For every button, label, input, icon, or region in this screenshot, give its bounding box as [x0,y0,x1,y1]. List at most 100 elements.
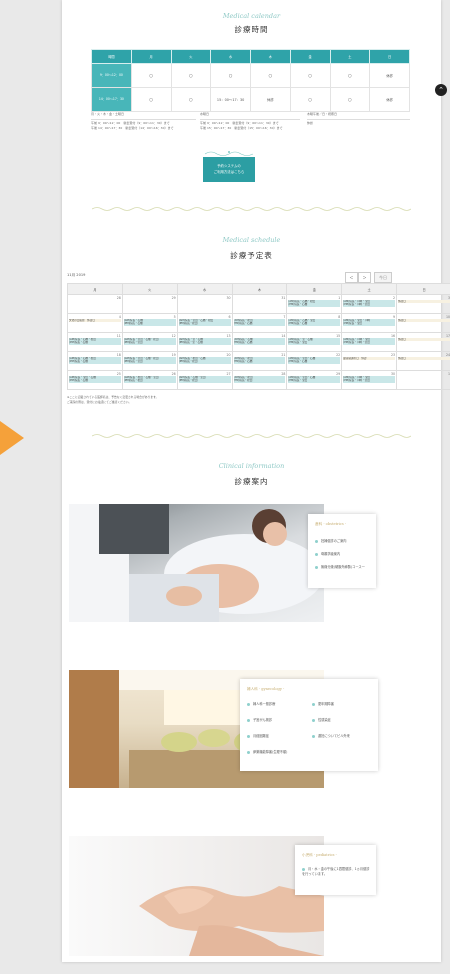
calendar-event[interactable]: (PM)院長・石橋 [233,360,286,364]
calendar-next-button[interactable]: ＞ [358,272,371,283]
bullet-icon [247,718,250,722]
reservation-guide-button[interactable]: 予約システムの ご利用方法はこちら [203,157,255,182]
calendar-day-cell[interactable]: 6 (AM)院長・宝田・石橋・松田 (PM)院長・松田 [176,313,233,333]
calendar-event[interactable]: (PM)院長・松田 [178,360,231,364]
card-link-item[interactable]: 卵巣機能障害(生理不順) [247,749,287,754]
calendar-day-cell[interactable]: 13 (AM)院長・宝・石橋 (PM)院長・宝・石橋 [176,332,233,352]
card-link-label: 無痛分娩(硬膜外麻酔)コース一 [321,565,365,569]
calendar-event[interactable]: (PM)院長・石橋 [288,303,341,307]
calendar-day-cell[interactable]: 23 勤労感謝の日 休診 [341,351,398,371]
calendar-day-number: 31 [281,296,286,300]
calendar-day-cell[interactable]: 30 (AM)院長・川崎・宝田 (PM)院長・川崎・宝田 [341,370,398,390]
calendar-event[interactable]: (PM)院長・石橋 [123,322,176,326]
note-line: 休診 [307,120,314,125]
calendar-event[interactable]: (PM)院長・松田 [178,322,231,326]
calendar-event[interactable]: 休診日 [398,357,450,361]
card-link-item[interactable]: 妊婦健診のご案内 [315,538,347,543]
card-link-item[interactable]: 性感染症 [312,717,331,722]
calendar-event[interactable]: 休診日 [398,338,450,342]
calendar-day-cell[interactable]: 12 (AM)院長・宝田・石橋・松田 (PM)院長・宝田 [121,332,178,352]
hours-cell: 〇 [210,63,251,88]
calendar-event[interactable]: (PM)院長・石橋 [288,360,341,364]
calendar-event[interactable]: (PM)院長・松田 [123,379,176,383]
calendar-day-cell[interactable]: 26 (AM)院長・松田・石橋・宝田 (PM)院長・松田 [121,370,178,390]
card-link-item[interactable]: 避妊についてピル外来 [312,733,350,738]
calendar-day-cell[interactable]: 2 (AM)院長・川崎・宝田 (PM)院長・川崎・宝田 [341,294,398,314]
card-link-label: 避妊についてピル外来 [318,734,350,738]
calendar-event[interactable]: 勤労感謝の日 休診 [343,357,396,361]
card-link-item[interactable]: 母親学級案内 [315,551,340,556]
reservation-button-line2: ご利用方法はこちら [213,169,245,174]
page-canvas: Medical calendar 診療時間 時間 月 火 水 木 金 土 日 9… [62,0,450,962]
calendar-day-cell[interactable]: 21 (AM)院長・松田 (PM)院長・石橋 [231,351,288,371]
card-title: 婦人科 - gynecology - [247,687,285,691]
calendar-day-cell[interactable]: 27 (AM)院長・石橋・宝田 (PM)院長・松田 [176,370,233,390]
calendar-day-cell[interactable]: 18 (AM)院長・石橋・松田 (PM)院長・石橋 [67,351,123,371]
hours-note-closed: 木曜午後／日・祝祭日 休診 [307,112,410,126]
calendar-event[interactable]: (PM)院長・宝田 [123,360,176,364]
calendar-day-cell[interactable]: 7 (AM)院長・松田 (PM)院長・石橋 [231,313,288,333]
calendar-prev-button[interactable]: ＜ [345,272,358,283]
calendar-day-cell[interactable]: 29 [121,294,178,314]
calendar-event[interactable]: (PM)院長・松田 [233,379,286,383]
calendar-day-cell[interactable]: 11 (AM)院長・石橋・松田 (PM)院長・石橋 [67,332,123,352]
calendar-day-cell[interactable]: 16 (AM)院長・川崎・宝田 (PM)院長・川崎・宝田 [341,332,398,352]
calendar-day-cell[interactable]: 15 (AM)院長・宝・石橋 (PM)院長・宝田 [286,332,343,352]
calendar-day-cell[interactable]: 22 (AM)院長・宝田・石橋 (PM)院長・石橋 [286,351,343,371]
calendar-day-cell[interactable]: 5 (AM)院長・石橋 (PM)院長・石橋 [121,313,178,333]
calendar-event[interactable]: (PM)院長・石橋 [69,360,121,364]
card-title: 産科 - obstetrics - [315,522,347,526]
calendar-day-cell[interactable]: 9 (AM)院長・宝田・川崎 (PM)院長・宝田 [341,313,398,333]
calendar-event[interactable]: (PM)院長・石橋 [288,322,341,326]
bullet-icon [315,552,318,556]
hours-cell: 休診 [369,63,410,88]
calendar-day-cell[interactable]: 31 [231,294,288,314]
card-link-item[interactable]: 無痛分娩(硬膜外麻酔)コース一 [315,564,365,569]
hours-row-afternoon: 14：00〜17：30 〇 〇 15：00〜17：30 休診 〇 〇 休診 [91,87,410,112]
calendar-event[interactable]: (PM)院長・石橋 [233,341,286,345]
calendar-day-cell[interactable]: 29 (AM)院長・宝田・石橋 (PM)院長・宝田 [286,370,343,390]
calendar-event[interactable]: (PM)院長・石橋 [69,379,121,383]
calendar-event[interactable]: 文化の日振替 休診日 [69,319,121,323]
calendar-day-cell[interactable]: 8 (AM)院長・石橋・宝田 (PM)院長・石橋 [286,313,343,333]
note-heading: 水曜日 [200,112,210,116]
calendar-day-cell[interactable]: 1 (AM)院長・石橋・松田 (PM)院長・石橋 [286,294,343,314]
section-script-calendar: Medical calendar [222,12,281,20]
bullet-icon [247,750,250,754]
calendar-day-cell[interactable]: 20 (AM)院長・松田・石橋 (PM)院長・松田 [176,351,233,371]
calendar-event[interactable]: (PM)院長・宝田 [123,341,176,345]
calendar-day-cell[interactable]: 28 [67,294,123,314]
card-link-item[interactable]: 子宮がん検診 [247,717,272,722]
card-link-item[interactable]: 婦人科一般診療 [247,701,275,706]
calendar-event[interactable]: (PM)院長・松田 [178,379,231,383]
calendar-today-button[interactable]: 今日 [374,272,392,283]
calendar-event[interactable]: (PM)院長・石橋 [69,341,121,345]
calendar-day-cell[interactable]: 3 休診日 [396,294,450,314]
calendar-day-cell[interactable]: 25 (AM)院長・宝田・石橋 (PM)院長・石橋 [67,370,123,390]
calendar-event[interactable]: 休診日 [398,300,450,304]
calendar-day-cell[interactable]: 4 文化の日振替 休診日 [67,313,123,333]
calendar-day-cell[interactable]: 28 (AM)院長・松田 (PM)院長・松田 [231,370,288,390]
calendar-event[interactable]: (PM)院長・宝田 [288,379,341,383]
calendar-day-cell[interactable]: 30 [176,294,233,314]
calendar-event[interactable]: (PM)院長・宝田 [288,341,341,345]
card-link-label: 月経困難症 [253,734,269,738]
bullet-icon [302,867,305,871]
calendar-event[interactable]: 休診日 [398,319,450,323]
calendar-day-cell[interactable]: 14 (AM)院長・石橋 (PM)院長・石橋 [231,332,288,352]
calendar-day-cell[interactable]: 10 休診日 [396,313,450,333]
calendar-day-cell[interactable]: 17 休診日 [396,332,450,352]
calendar-event[interactable]: (PM)院長・宝・石橋 [178,341,231,345]
scroll-top-button[interactable]: ⌃ [435,84,447,96]
obstetrics-photo [69,504,324,622]
calendar-event[interactable]: (PM)院長・川崎・宝田 [343,303,396,307]
card-link-item[interactable]: 更年期障害 [312,701,334,706]
calendar-day-cell[interactable]: 19 (AM)院長・宝田・石橋・松田 (PM)院長・宝田 [121,351,178,371]
calendar-event[interactable]: (PM)院長・川崎・宝田 [343,379,396,383]
calendar-day-cell[interactable]: 24 休診日 [396,351,450,371]
calendar-event[interactable]: (PM)院長・宝田 [343,322,396,326]
calendar-event[interactable]: (PM)院長・川崎・宝田 [343,341,396,345]
calendar-event[interactable]: (PM)院長・石橋 [233,322,286,326]
calendar-day-cell[interactable]: 1 [396,370,450,390]
card-link-item[interactable]: 月経困難症 [247,733,269,738]
